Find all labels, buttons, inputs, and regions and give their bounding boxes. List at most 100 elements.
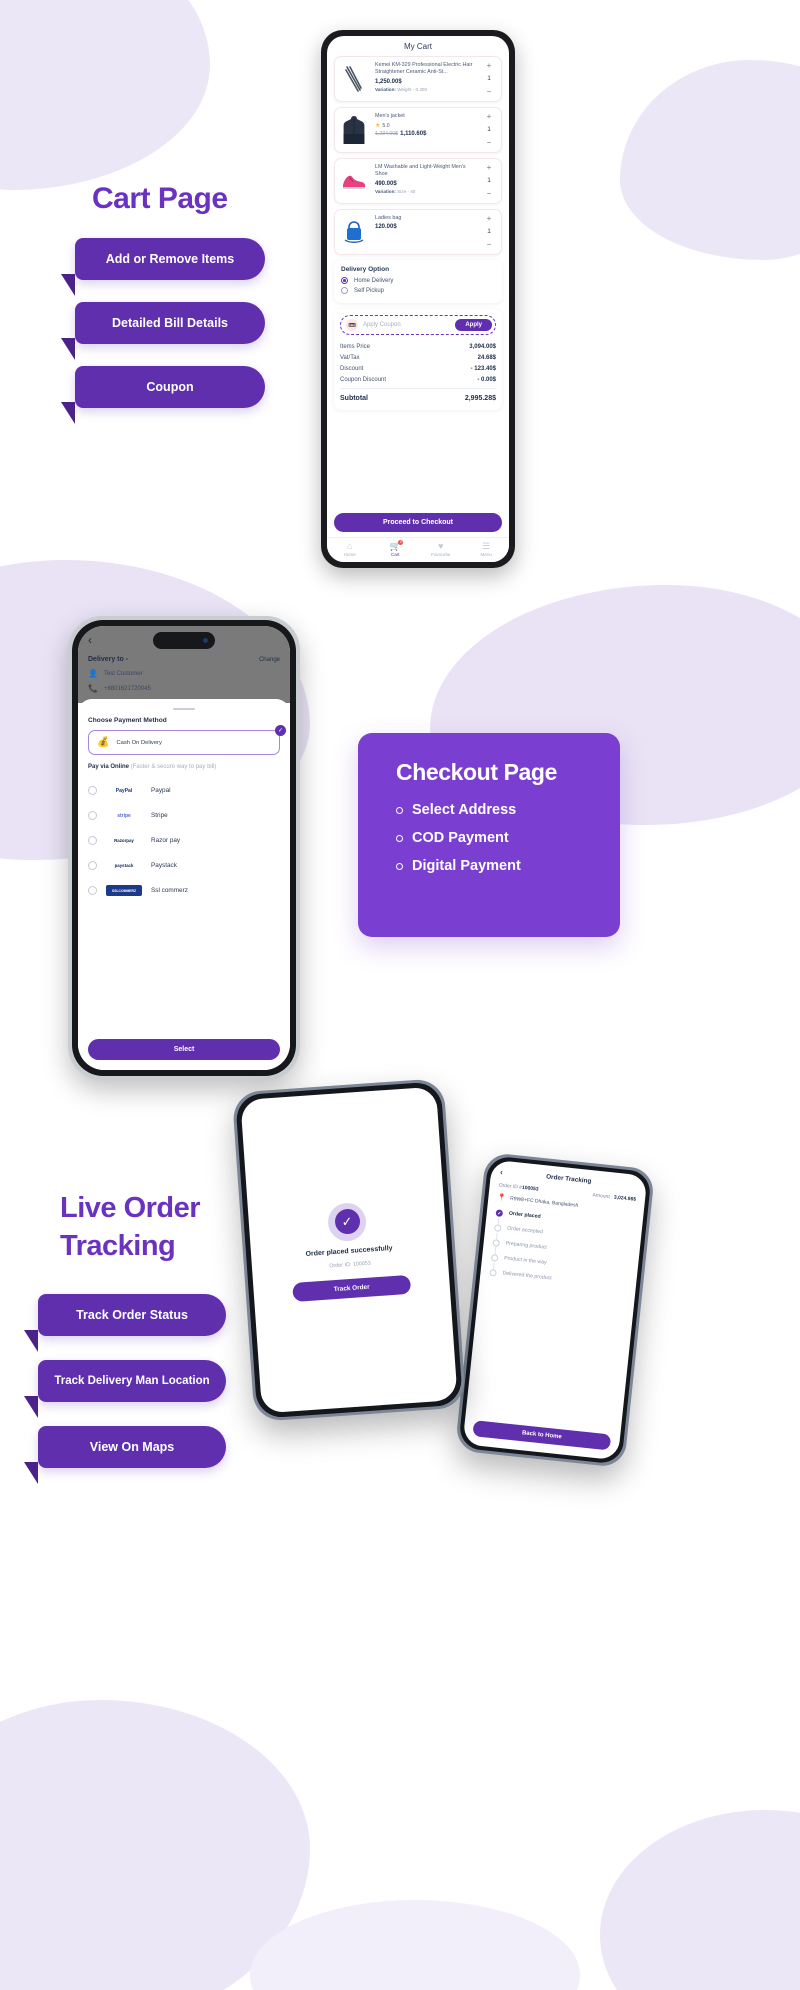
- list-item: COD Payment: [396, 830, 620, 846]
- tracking-section-title-line2: Tracking: [60, 1230, 176, 1262]
- coupon-input[interactable]: Apply Coupon: [363, 322, 450, 328]
- decrease-quantity-button[interactable]: −: [487, 190, 492, 198]
- payment-method-paystack[interactable]: paystack Paystack: [88, 853, 280, 878]
- quantity-stepper[interactable]: + 1 −: [481, 62, 497, 96]
- decorative-blob: [600, 1810, 800, 1990]
- camera-icon: [203, 638, 208, 643]
- cart-items-list[interactable]: Kemei KM-329 Professional Electric Hair …: [327, 56, 509, 509]
- bill-total-row: Subtotal 2,995.28$: [340, 394, 496, 402]
- radio-icon[interactable]: [88, 861, 97, 870]
- list-item: Digital Payment: [396, 858, 620, 874]
- coupon-field[interactable]: 🎟 Apply Coupon Apply: [340, 315, 496, 335]
- payment-method-razorpay[interactable]: Razorpay Razor pay: [88, 828, 280, 853]
- delivery-option-label: Self Pickup: [354, 287, 385, 294]
- bullet-icon: [396, 862, 403, 870]
- payment-method-label: Paystack: [151, 862, 177, 869]
- paypal-logo-icon: PayPal: [115, 787, 133, 794]
- quantity-stepper[interactable]: + 1 −: [481, 215, 497, 249]
- increase-quantity-button[interactable]: +: [487, 62, 492, 70]
- order-tracking-phone-mockup: ‹ Order Tracking Order ID #100053 Amount…: [454, 1151, 656, 1469]
- proceed-to-checkout-button[interactable]: Proceed to Checkout: [334, 513, 502, 532]
- back-to-home-button[interactable]: Back to Home: [472, 1420, 612, 1451]
- quantity-stepper[interactable]: + 1 −: [481, 113, 497, 147]
- delivery-address-header: ‹ Delivery to - Change 👤 Test Customer 📞…: [78, 626, 290, 703]
- table-row[interactable]: LM Washable and Light-Weight Men's Shoe …: [334, 158, 502, 204]
- item-name: Kemei KM-329 Professional Electric Hair …: [375, 62, 473, 76]
- increase-quantity-button[interactable]: +: [487, 113, 492, 121]
- radio-icon[interactable]: [88, 836, 97, 845]
- tab-menu[interactable]: ☰ Menu: [464, 542, 510, 558]
- delivery-option-home[interactable]: Home Delivery: [341, 277, 495, 284]
- bill-row: Discount - 123.40$: [340, 365, 496, 372]
- quantity-stepper[interactable]: + 1 −: [481, 164, 497, 198]
- stripe-logo-icon: stripe: [117, 812, 131, 819]
- cash-icon: 💰: [97, 737, 110, 748]
- decorative-blob: [250, 1900, 580, 1990]
- quantity-value: 1: [487, 176, 491, 184]
- payment-method-stripe[interactable]: stripe Stripe: [88, 803, 280, 828]
- item-variation: Variation: Weight - 0.400: [375, 86, 428, 92]
- order-success-phone-mockup: ✓ Order placed successfully Order ID: 10…: [231, 1078, 467, 1422]
- paystack-logo-icon: paystack: [114, 863, 134, 868]
- decrease-quantity-button[interactable]: −: [487, 139, 492, 147]
- delivery-option-pickup[interactable]: Self Pickup: [341, 287, 495, 294]
- apply-coupon-button[interactable]: Apply: [455, 319, 492, 331]
- cart-icon: 🛒 4: [389, 540, 404, 551]
- radio-icon[interactable]: [341, 277, 348, 284]
- decrease-quantity-button[interactable]: −: [487, 241, 492, 249]
- radio-icon[interactable]: [341, 287, 348, 294]
- payment-method-sslcommerz[interactable]: SSLCOMMERZ Ssl commerz: [88, 878, 280, 903]
- payment-method-label: Razor pay: [151, 837, 181, 844]
- ribbon-label: Coupon: [61, 366, 265, 424]
- tab-label: Favourite: [431, 552, 451, 557]
- table-row[interactable]: Kemei KM-329 Professional Electric Hair …: [334, 56, 502, 102]
- bill-card: 🎟 Apply Coupon Apply Items Price 3,094.00…: [334, 309, 502, 410]
- shoe-icon: [339, 164, 369, 198]
- bill-row: Items Price 3,094.00$: [340, 343, 496, 350]
- back-button[interactable]: ‹: [500, 1168, 504, 1177]
- payment-method-label: Paypal: [151, 787, 171, 794]
- map-pin-icon: 📍: [497, 1194, 507, 1203]
- table-row[interactable]: Men's jacket ★ 5.0 1,234.00$ 1,110.60$ + 1…: [334, 107, 502, 153]
- radio-icon[interactable]: [88, 886, 97, 895]
- divider: [340, 388, 496, 389]
- cart-section-title: Cart Page: [92, 182, 228, 215]
- checkout-screen: ‹ Delivery to - Change 👤 Test Customer 📞…: [78, 626, 290, 1070]
- ribbon-label: Detailed Bill Details: [61, 302, 265, 360]
- tab-home[interactable]: ⌂ Home: [327, 541, 373, 558]
- home-icon: ⌂: [347, 541, 353, 551]
- list-item: Delivered the product: [489, 1268, 627, 1289]
- sheet-grab-handle[interactable]: [173, 708, 195, 710]
- table-row[interactable]: Ladies bag 120.00$ + 1 −: [334, 209, 502, 255]
- showcase-page: Cart Page Add or Remove Items Detailed B…: [0, 0, 800, 1990]
- tab-label: Cart: [390, 552, 400, 557]
- increase-quantity-button[interactable]: +: [487, 215, 492, 223]
- quantity-value: 1: [487, 227, 491, 235]
- change-address-button[interactable]: Change: [259, 657, 280, 663]
- radio-icon[interactable]: [88, 811, 97, 820]
- tab-cart[interactable]: 🛒 4 Cart: [373, 540, 419, 557]
- tracking-feature-2: Track Delivery Man Location: [24, 1360, 226, 1418]
- step-dot-icon: [489, 1268, 497, 1277]
- order-tracking-screen: ‹ Order Tracking Order ID #100053 Amount…: [462, 1159, 648, 1461]
- star-icon: ★: [375, 123, 381, 130]
- customer-name-row: 👤 Test Customer: [88, 669, 280, 678]
- decrease-quantity-button[interactable]: −: [487, 88, 492, 96]
- item-rating: ★ 5.0: [375, 122, 390, 130]
- check-circle-icon: ✓: [326, 1201, 368, 1242]
- pay-online-heading: Pay via Online (Faster & secure way to p…: [88, 764, 217, 770]
- bullet-icon: [396, 834, 403, 842]
- cash-on-delivery-option[interactable]: 💰 Cash On Delivery ✓: [88, 725, 286, 755]
- track-order-button[interactable]: Track Order: [292, 1274, 412, 1302]
- bottom-tab-bar: ⌂ Home 🛒 4 Cart ♥ Favourite ☰ Menu: [327, 537, 509, 562]
- cart-feature-3: Coupon: [61, 366, 265, 424]
- increase-quantity-button[interactable]: +: [487, 164, 492, 172]
- select-button[interactable]: Select: [88, 1039, 280, 1060]
- customer-phone-row: 📞 +8801621720045: [88, 684, 280, 693]
- radio-icon[interactable]: [88, 786, 97, 795]
- delivery-to-label: Delivery to -: [88, 656, 129, 663]
- list-item: Select Address: [396, 802, 620, 818]
- item-price: 490.00$: [375, 180, 397, 187]
- payment-method-paypal[interactable]: PayPal Paypal: [88, 778, 280, 803]
- tab-favourite[interactable]: ♥ Favourite: [418, 542, 464, 558]
